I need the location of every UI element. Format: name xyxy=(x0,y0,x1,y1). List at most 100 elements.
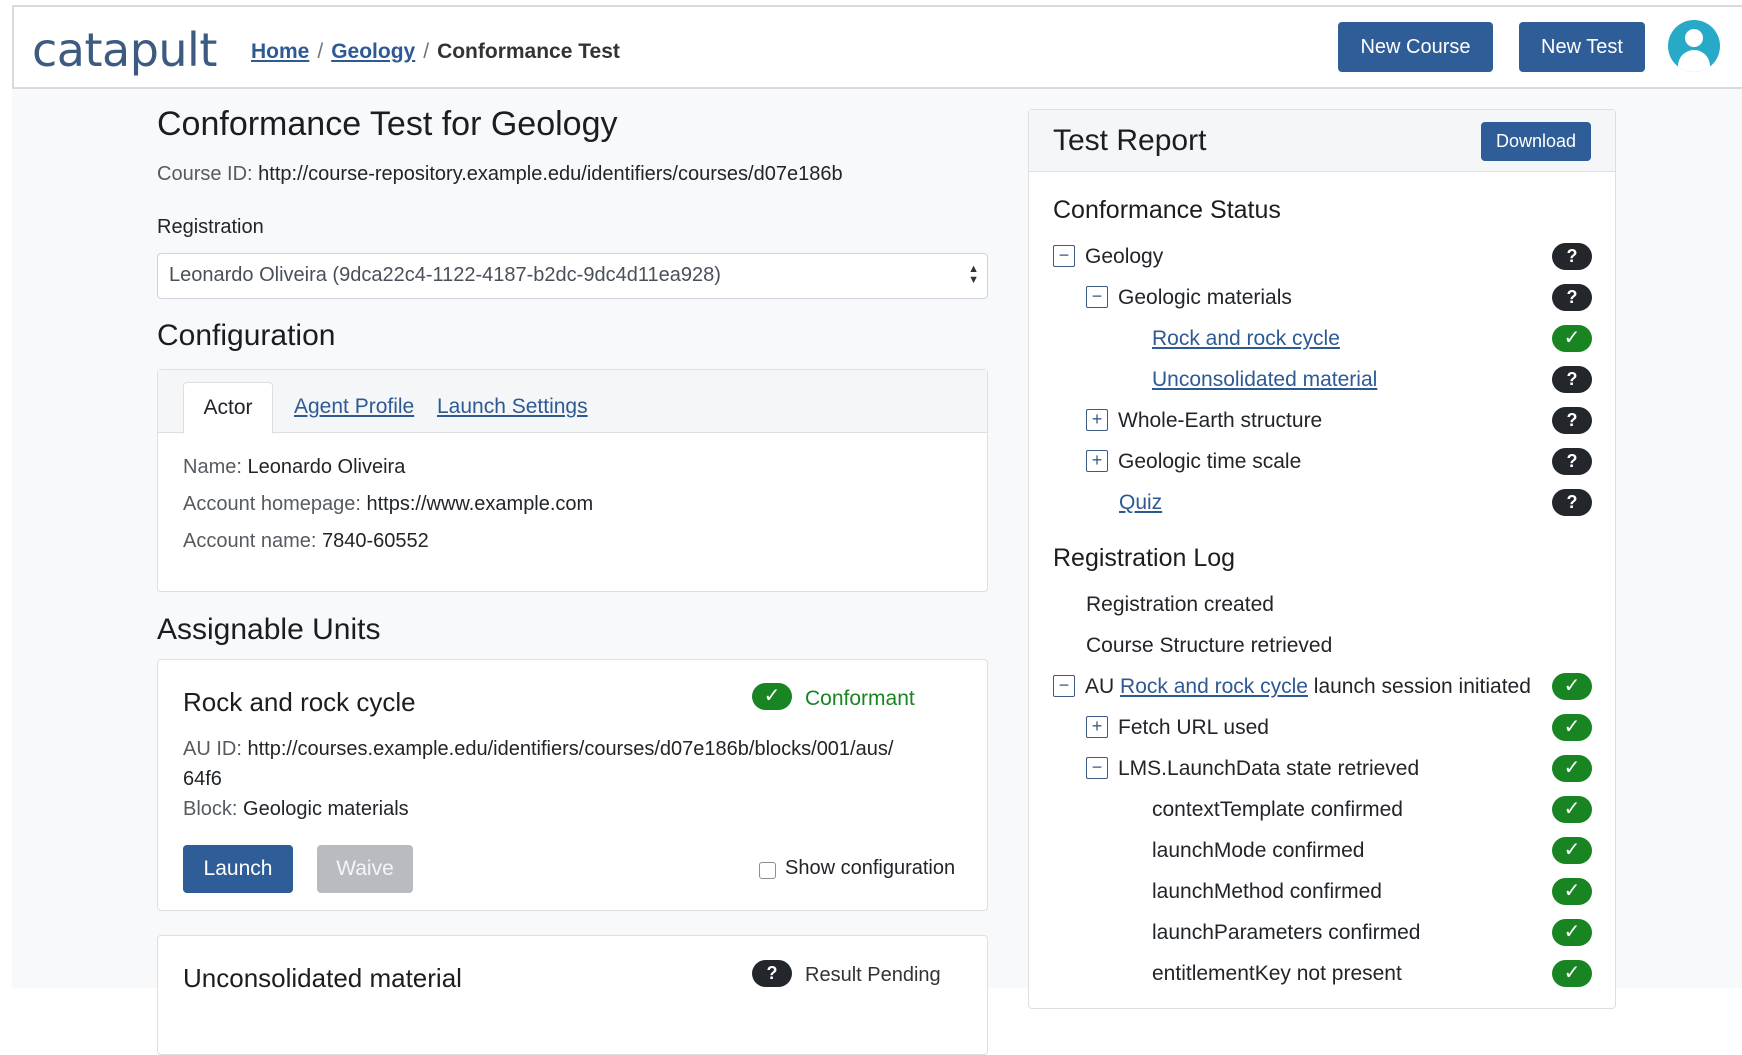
tree-item-whole-earth: + Whole-Earth structure ? xyxy=(1053,407,1593,437)
tree-item-unconsolidated: Unconsolidated material ? xyxy=(1053,366,1593,396)
au-card: Unconsolidated material ? Result Pending xyxy=(157,935,988,1055)
test-report-panel: Test Report Download Conformance Status … xyxy=(1028,109,1616,1009)
page-title: Conformance Test for Geology xyxy=(157,105,618,143)
log-item: launchMethod confirmed ✓ xyxy=(1053,878,1593,908)
au-id-value-line2: 64f6 xyxy=(183,768,222,790)
log-item-au-link[interactable]: Rock and rock cycle xyxy=(1120,675,1308,698)
show-configuration-checkbox[interactable] xyxy=(759,862,776,879)
user-avatar-icon[interactable] xyxy=(1668,20,1720,72)
collapse-icon[interactable]: − xyxy=(1086,286,1108,308)
course-id: Course ID: http://course-repository.exam… xyxy=(157,163,843,186)
log-item-label: LMS.LaunchData state retrieved xyxy=(1118,757,1420,780)
actor-account: Account name: 7840-60552 xyxy=(183,530,429,553)
log-item-label: launchParameters confirmed xyxy=(1152,921,1421,944)
configuration-heading: Configuration xyxy=(157,319,336,352)
au-block: Block: Geologic materials xyxy=(183,798,409,821)
log-item: contextTemplate confirmed ✓ xyxy=(1053,796,1593,826)
au-id-label: AU ID: xyxy=(183,738,242,760)
log-item-au-launch: − AU Rock and rock cycle launch session … xyxy=(1053,673,1593,703)
breadcrumb-geology-link[interactable]: Geology xyxy=(331,40,415,63)
course-id-label: Course ID: xyxy=(157,163,253,185)
breadcrumb-home-link[interactable]: Home xyxy=(251,40,309,63)
conformant-check-icon: ✓ xyxy=(752,683,792,710)
tree-item-label: Geologic time scale xyxy=(1118,450,1302,473)
actor-account-label: Account name: xyxy=(183,530,317,552)
log-item-label: AU Rock and rock cycle launch session in… xyxy=(1085,675,1531,699)
tree-item-geology: − Geology ? xyxy=(1053,243,1593,273)
log-item: launchMode confirmed ✓ xyxy=(1053,837,1593,867)
actor-homepage: Account homepage: https://www.example.co… xyxy=(183,493,593,516)
breadcrumb-separator: / xyxy=(423,40,430,63)
download-button[interactable]: Download xyxy=(1481,122,1591,161)
log-item-label: Fetch URL used xyxy=(1118,716,1269,739)
registration-log-heading: Registration Log xyxy=(1053,544,1236,572)
pending-question-icon: ? xyxy=(1552,366,1592,393)
log-item: Registration created xyxy=(1053,591,1593,621)
log-item-label: Registration created xyxy=(1086,593,1274,616)
breadcrumb-separator: / xyxy=(317,40,324,63)
expand-icon[interactable]: + xyxy=(1086,409,1108,431)
main-content: Conformance Test for Geology Course ID: … xyxy=(157,105,988,1055)
pass-check-icon: ✓ xyxy=(1552,919,1592,946)
brand-logo[interactable]: catapult xyxy=(32,23,217,77)
tree-item-link[interactable]: Quiz xyxy=(1119,491,1162,515)
log-item-prefix: AU xyxy=(1085,675,1115,698)
tree-item-link[interactable]: Rock and rock cycle xyxy=(1152,327,1340,351)
collapse-icon[interactable]: − xyxy=(1086,757,1108,779)
new-course-button[interactable]: New Course xyxy=(1338,22,1493,72)
breadcrumb-current: Conformance Test xyxy=(437,40,620,63)
log-item: entitlementKey not present ✓ xyxy=(1053,960,1593,990)
assignable-units-heading: Assignable Units xyxy=(157,613,381,646)
test-report-title: Test Report xyxy=(1053,124,1207,157)
log-item: launchParameters confirmed ✓ xyxy=(1053,919,1593,949)
expand-icon[interactable]: + xyxy=(1086,716,1108,738)
log-item-suffix: launch session initiated xyxy=(1313,675,1531,698)
au-status-text: Result Pending xyxy=(805,964,941,986)
pending-question-icon: ? xyxy=(1552,243,1592,270)
pass-check-icon: ✓ xyxy=(1552,837,1592,864)
tree-item-rock-cycle: Rock and rock cycle ✓ xyxy=(1053,325,1593,355)
collapse-icon[interactable]: − xyxy=(1053,245,1075,267)
tree-item-link[interactable]: Unconsolidated material xyxy=(1152,368,1377,392)
actor-name-value: Leonardo Oliveira xyxy=(247,456,406,478)
tree-item-label: Geology xyxy=(1085,245,1164,268)
pass-check-icon: ✓ xyxy=(1552,878,1592,905)
pending-question-icon: ? xyxy=(1552,407,1592,434)
log-item-label: launchMode confirmed xyxy=(1152,839,1365,862)
actor-name-label: Name: xyxy=(183,456,242,478)
collapse-icon[interactable]: − xyxy=(1053,675,1075,697)
conformance-status-heading: Conformance Status xyxy=(1053,196,1281,224)
pending-question-icon: ? xyxy=(1552,448,1592,475)
pass-check-icon: ✓ xyxy=(1552,714,1592,741)
au-status-text: Conformant xyxy=(805,687,915,710)
avatar-body xyxy=(1678,50,1710,72)
course-id-value: http://course-repository.example.edu/ide… xyxy=(258,163,843,185)
launch-button[interactable]: Launch xyxy=(183,845,293,893)
expand-icon[interactable]: + xyxy=(1086,450,1108,472)
actor-homepage-value: https://www.example.com xyxy=(366,493,594,515)
tree-item-geologic-materials: − Geologic materials ? xyxy=(1053,284,1593,314)
show-configuration-label[interactable]: Show configuration xyxy=(785,857,955,880)
au-block-label: Block: xyxy=(183,798,238,820)
registration-select-value: Leonardo Oliveira (9dca22c4-1122-4187-b2… xyxy=(169,264,721,286)
tab-actor[interactable]: Actor xyxy=(183,382,273,434)
log-item-label: Course Structure retrieved xyxy=(1086,634,1333,657)
log-item: Course Structure retrieved xyxy=(1053,632,1593,662)
pending-question-icon: ? xyxy=(1552,284,1592,311)
test-report-header: Test Report Download xyxy=(1029,110,1615,172)
waive-button[interactable]: Waive xyxy=(317,845,413,893)
pass-check-icon: ✓ xyxy=(1552,673,1592,700)
log-item-label: launchMethod confirmed xyxy=(1152,880,1382,903)
tab-agent-profile[interactable]: Agent Profile xyxy=(294,395,414,419)
new-test-button[interactable]: New Test xyxy=(1519,22,1645,72)
tree-item-label: Geologic materials xyxy=(1118,286,1292,309)
tab-launch-settings[interactable]: Launch Settings xyxy=(437,395,588,419)
tree-item-quiz: Quiz ? xyxy=(1053,489,1593,519)
pass-check-icon: ✓ xyxy=(1552,960,1592,987)
au-id-value-line1: http://courses.example.edu/identifiers/c… xyxy=(247,738,894,760)
actor-account-value: 7840-60552 xyxy=(321,530,429,552)
tree-item-label: Whole-Earth structure xyxy=(1118,409,1323,432)
pending-question-icon: ? xyxy=(1552,489,1592,516)
log-item-label: entitlementKey not present xyxy=(1152,962,1402,985)
registration-select[interactable]: Leonardo Oliveira (9dca22c4-1122-4187-b2… xyxy=(157,253,988,299)
